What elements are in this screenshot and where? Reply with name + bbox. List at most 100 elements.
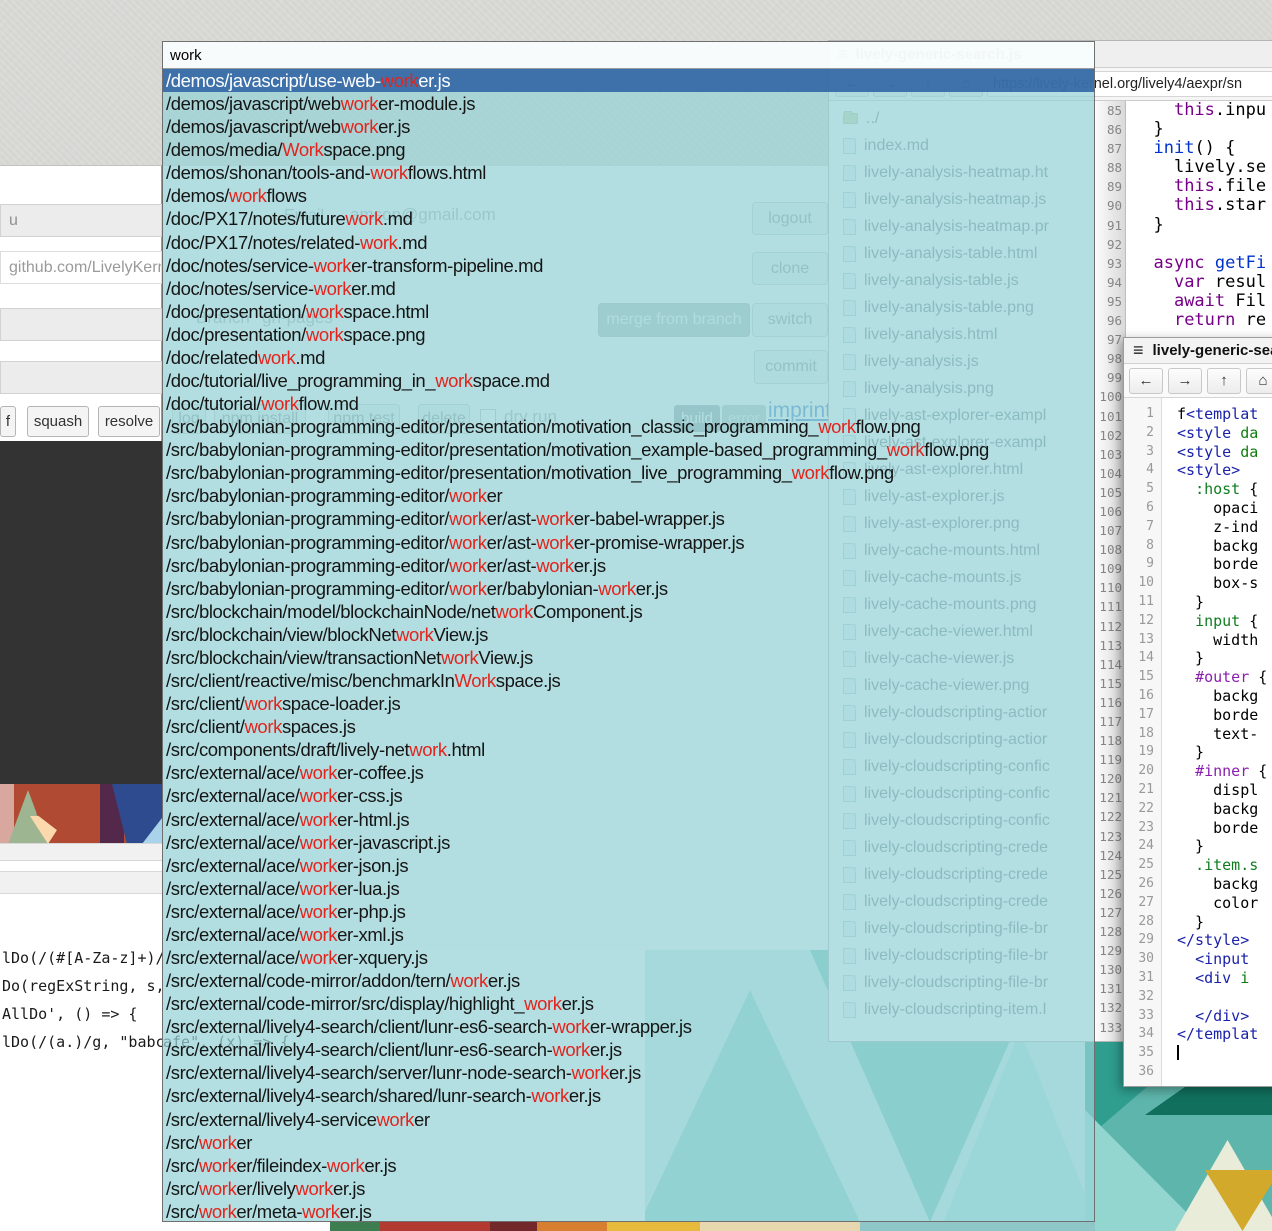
- editor-code[interactable]: f<templat<style da<style da<style> :host…: [1163, 405, 1272, 1082]
- repo-url-field[interactable]: github.com/LivelyKern: [0, 251, 162, 284]
- code-token: backg: [1177, 687, 1258, 705]
- search-result-row[interactable]: /src/worker/meta-worker.js: [163, 1200, 1094, 1221]
- search-result-row[interactable]: /doc/relatedwork.md: [163, 346, 1094, 369]
- search-result-row[interactable]: /doc/notes/service-worker.md: [163, 277, 1094, 300]
- search-result-row[interactable]: /src/client/workspace-loader.js: [163, 692, 1094, 715]
- search-result-row[interactable]: /src/external/lively4-search/shared/lunr…: [163, 1084, 1094, 1107]
- path-text: /src/external/ace/: [166, 901, 300, 922]
- home-icon[interactable]: ⌂: [1246, 368, 1272, 394]
- match-highlight: work: [199, 1132, 236, 1153]
- search-result-row[interactable]: /src/worker: [163, 1131, 1094, 1154]
- code-line: backg: [1163, 537, 1272, 556]
- line-number: 28: [1124, 913, 1161, 932]
- search-result-row[interactable]: /src/babylonian-programming-editor/worke…: [163, 507, 1094, 530]
- code-token: .item.s: [1195, 856, 1258, 874]
- forward-icon[interactable]: →: [1168, 368, 1202, 394]
- left-partial-field[interactable]: u: [0, 204, 162, 237]
- resolve-button[interactable]: resolve: [98, 406, 160, 437]
- search-result-row[interactable]: /demos/workflows: [163, 184, 1094, 207]
- search-result-row[interactable]: /src/babylonian-programming-editor/worke…: [163, 484, 1094, 507]
- code-token: }: [1133, 215, 1164, 235]
- search-result-row[interactable]: /src/external/ace/worker-coffee.js: [163, 761, 1094, 784]
- front-editor-titlebar[interactable]: ≡ lively-generic-search.js: [1124, 338, 1272, 364]
- search-result-row[interactable]: /src/client/workspaces.js: [163, 715, 1094, 738]
- up-icon[interactable]: ↑: [1207, 368, 1241, 394]
- match-highlight: work: [536, 555, 573, 576]
- search-result-row[interactable]: /src/external/ace/worker-lua.js: [163, 877, 1094, 900]
- search-result-row[interactable]: /src/babylonian-programming-editor/prese…: [163, 415, 1094, 438]
- code-line: [1163, 988, 1272, 1007]
- left-input-1[interactable]: [0, 308, 162, 341]
- front-editor-body[interactable]: 1234567891011121314151617181920212223242…: [1124, 398, 1272, 1086]
- search-result-row[interactable]: /src/external/ace/worker-json.js: [163, 854, 1094, 877]
- search-result-row[interactable]: /src/external/ace/worker-php.js: [163, 900, 1094, 923]
- line-number: 17: [1124, 706, 1161, 725]
- search-result-row[interactable]: /src/external/lively4-serviceworker: [163, 1108, 1094, 1131]
- search-result-row[interactable]: /src/external/lively4-search/server/lunr…: [163, 1061, 1094, 1084]
- line-number: 1: [1124, 405, 1161, 424]
- line-number: 7: [1124, 518, 1161, 537]
- search-result-row[interactable]: /src/external/code-mirror/src/display/hi…: [163, 992, 1094, 1015]
- search-result-row[interactable]: /doc/presentation/workspace.html: [163, 300, 1094, 323]
- search-result-row[interactable]: /demos/shonan/tools-and-workflows.html: [163, 161, 1094, 184]
- search-result-row[interactable]: /demos/javascript/use-web-worker.js: [163, 69, 1094, 92]
- code-line: box-s: [1163, 574, 1272, 593]
- editor-gutter: 8586878889909192939495969798991001011021…: [1096, 101, 1126, 1041]
- search-result-row[interactable]: /src/components/draft/lively-network.htm…: [163, 738, 1094, 761]
- path-text: er-babel-wrapper.js: [574, 508, 725, 529]
- code-token: da: [1240, 443, 1258, 461]
- search-result-row[interactable]: /doc/presentation/workspace.png: [163, 323, 1094, 346]
- search-result-row[interactable]: /src/external/code-mirror/addon/tern/wor…: [163, 969, 1094, 992]
- search-result-row[interactable]: /src/babylonian-programming-editor/worke…: [163, 554, 1094, 577]
- search-result-row[interactable]: /src/blockchain/model/blockchainNode/net…: [163, 600, 1094, 623]
- path-text: .md: [398, 232, 428, 253]
- line-number: 93: [1096, 254, 1125, 273]
- search-result-row[interactable]: /src/worker/livelyworker.js: [163, 1177, 1094, 1200]
- line-number: 108: [1096, 540, 1125, 559]
- search-result-row[interactable]: /src/external/ace/worker-css.js: [163, 784, 1094, 807]
- code-line: color: [1163, 894, 1272, 913]
- search-result-row[interactable]: /doc/PX17/notes/related-work.md: [163, 231, 1094, 254]
- search-result-row[interactable]: /src/external/ace/worker-javascript.js: [163, 831, 1094, 854]
- path-text: /src/external/ace/: [166, 947, 300, 968]
- search-result-row[interactable]: /src/external/lively4-search/client/lunr…: [163, 1038, 1094, 1061]
- search-result-row[interactable]: /src/external/lively4-search/client/lunr…: [163, 1015, 1094, 1038]
- path-text: /src/external/lively4-search/client/lunr…: [166, 1016, 552, 1037]
- search-result-row[interactable]: /src/babylonian-programming-editor/worke…: [163, 531, 1094, 554]
- left-input-2[interactable]: [0, 361, 162, 394]
- search-result-row[interactable]: /demos/javascript/webworker.js: [163, 115, 1094, 138]
- search-result-row[interactable]: /src/blockchain/view/transactionNetworkV…: [163, 646, 1094, 669]
- match-highlight: work: [449, 555, 486, 576]
- back-icon[interactable]: ←: [1129, 368, 1163, 394]
- match-highlight: work: [571, 1062, 608, 1083]
- code-token: borde: [1177, 819, 1258, 837]
- search-result-row[interactable]: /demos/javascript/webworker-module.js: [163, 92, 1094, 115]
- path-text: /src/external/ace/: [166, 855, 300, 876]
- squash-button[interactable]: squash: [27, 406, 89, 437]
- code-token: da: [1240, 424, 1258, 442]
- search-result-row[interactable]: /doc/tutorial/workflow.md: [163, 392, 1094, 415]
- code-token: .inpu: [1215, 101, 1266, 120]
- search-result-row[interactable]: /src/external/ace/worker-xquery.js: [163, 946, 1094, 969]
- code-line: <style>: [1163, 461, 1272, 480]
- search-result-row[interactable]: /demos/media/Workspace.png: [163, 138, 1094, 161]
- line-number: 100: [1096, 387, 1125, 406]
- search-result-row[interactable]: /src/client/reactive/misc/benchmarkInWor…: [163, 669, 1094, 692]
- search-result-row[interactable]: /src/external/ace/worker-xml.js: [163, 923, 1094, 946]
- search-result-row[interactable]: /src/babylonian-programming-editor/prese…: [163, 461, 1094, 484]
- diff-button[interactable]: f: [0, 406, 16, 437]
- search-result-row[interactable]: /doc/tutorial/live_programming_in_worksp…: [163, 369, 1094, 392]
- search-input[interactable]: [163, 42, 1094, 69]
- code-token: width: [1177, 631, 1258, 649]
- search-result-row[interactable]: /src/babylonian-programming-editor/worke…: [163, 577, 1094, 600]
- search-result-row[interactable]: /src/blockchain/view/blockNetworkView.js: [163, 623, 1094, 646]
- search-result-row[interactable]: /src/external/ace/worker-html.js: [163, 808, 1094, 831]
- hamburger-icon[interactable]: ≡: [1133, 340, 1144, 361]
- search-result-row[interactable]: /src/babylonian-programming-editor/prese…: [163, 438, 1094, 461]
- search-result-row[interactable]: /doc/notes/service-worker-transform-pipe…: [163, 254, 1094, 277]
- path-text: er.js: [574, 555, 606, 576]
- match-highlight: work: [598, 578, 635, 599]
- search-result-row[interactable]: /src/worker/fileindex-worker.js: [163, 1154, 1094, 1177]
- line-number: 129: [1096, 941, 1125, 960]
- search-result-row[interactable]: /doc/PX17/notes/futurework.md: [163, 207, 1094, 230]
